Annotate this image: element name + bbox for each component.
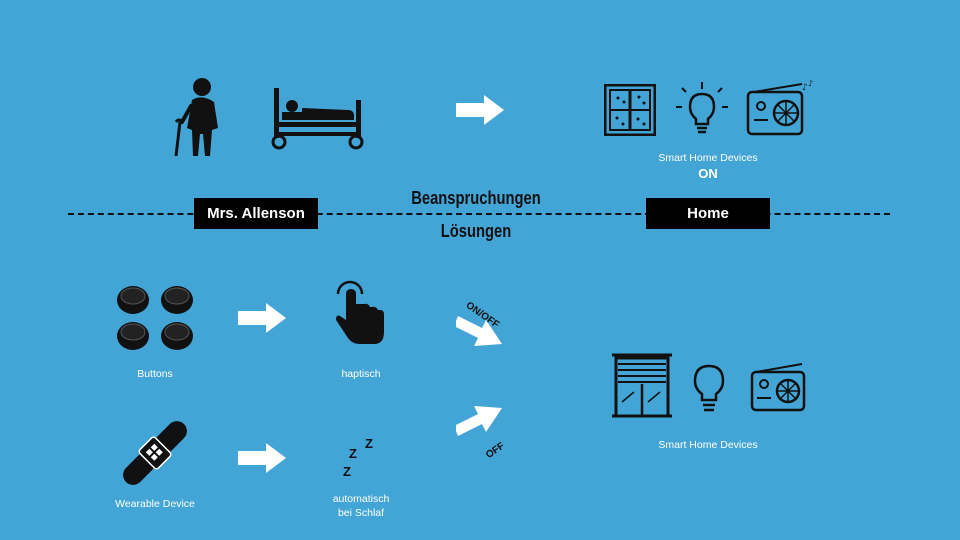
bottom-devices-caption: Smart Home Devices (658, 439, 758, 451)
loesungen-heading: Lösungen (440, 221, 512, 241)
hospital-bed-icon (270, 86, 368, 152)
radio-icon: ♪ ♪ (746, 80, 814, 136)
mrs-allenson-label: Mrs. Allenson (194, 198, 318, 229)
arrow-right-buttons (238, 303, 286, 333)
svg-text:♪: ♪ (802, 83, 808, 93)
radio-icon-2 (750, 362, 808, 412)
arrow-off (456, 404, 504, 446)
buttons-caption: Buttons (137, 368, 173, 380)
svg-text:♪: ♪ (808, 80, 813, 88)
wearable-band-icon (116, 416, 194, 490)
sleep-z-2: Z (349, 446, 357, 461)
sleep-z-3: Z (343, 464, 351, 479)
auto-caption-line2: bei Schlaf (337, 507, 385, 519)
beanspruchungen-heading: Beanspruchungen (411, 188, 541, 208)
elderly-woman-icon (170, 76, 228, 158)
wearable-caption: Wearable Device (115, 498, 195, 510)
light-bulb-icon-2 (692, 364, 726, 416)
light-bulb-icon (676, 82, 728, 138)
window-blind-icon (612, 352, 672, 418)
round-buttons-icon (114, 282, 198, 354)
top-devices-caption: Smart Home Devices (658, 152, 758, 164)
arrow-right-wearable (238, 443, 286, 473)
haptic-caption: haptisch (341, 368, 381, 380)
auto-caption-line1: automatisch (332, 493, 390, 505)
arrow-right-top (456, 95, 504, 125)
window-icon (604, 84, 656, 136)
sleep-z-1: Z (365, 436, 373, 451)
devices-state: ON (698, 166, 718, 181)
home-label: Home (646, 198, 770, 229)
tap-hand-icon (334, 280, 388, 346)
